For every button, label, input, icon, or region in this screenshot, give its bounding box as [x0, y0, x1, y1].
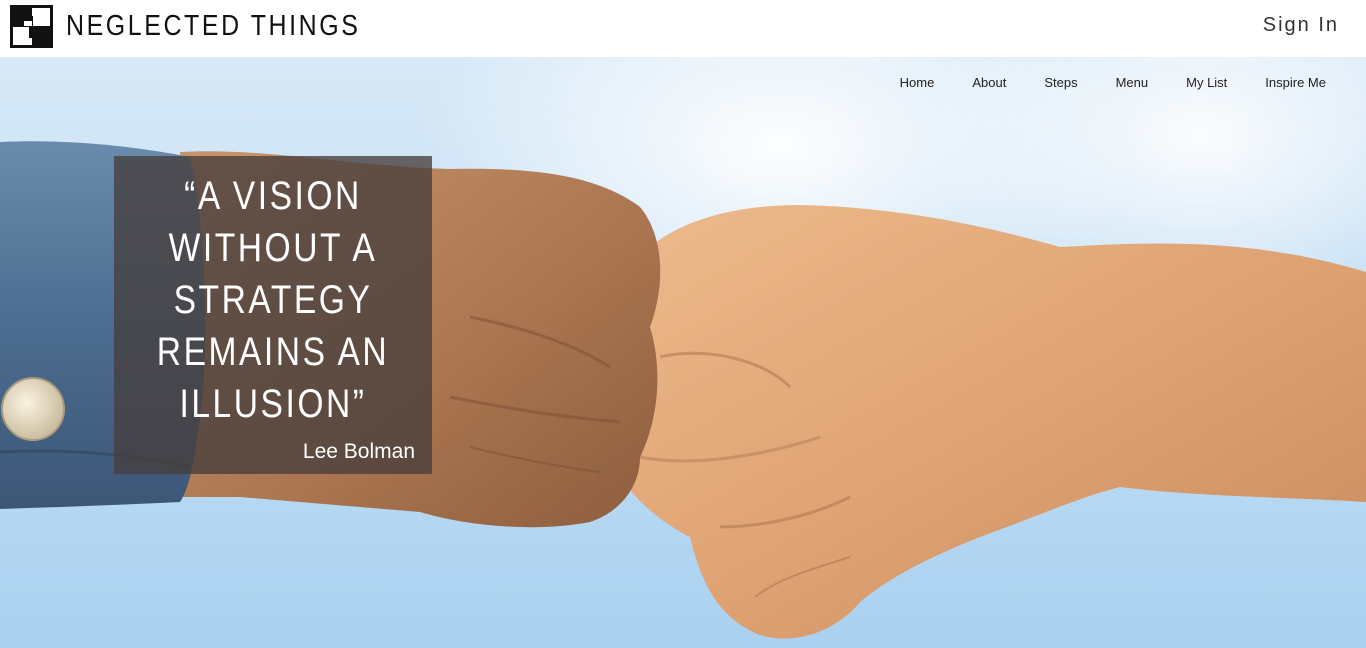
nav-about[interactable]: About [972, 75, 1006, 90]
main-nav: Home About Steps Menu My List Inspire Me [862, 75, 1326, 90]
sign-in-link[interactable]: Sign In [1263, 14, 1339, 37]
hero-banner: Home About Steps Menu My List Inspire Me… [0, 57, 1366, 648]
site-header: NEGLECTED THINGS Sign In [0, 0, 1366, 57]
nav-home[interactable]: Home [900, 75, 935, 90]
quote-card: “A VISION WITHOUT A STRATEGY REMAINS AN … [114, 156, 432, 474]
nav-steps[interactable]: Steps [1044, 75, 1077, 90]
quote-author: Lee Bolman [302, 440, 415, 463]
nav-menu[interactable]: Menu [1116, 75, 1149, 90]
quote-text: “A VISION WITHOUT A STRATEGY REMAINS AN … [156, 174, 390, 426]
nav-my-list[interactable]: My List [1186, 75, 1227, 90]
brand-name[interactable]: NEGLECTED THINGS [66, 10, 360, 43]
logo-icon[interactable] [10, 5, 53, 48]
nav-inspire-me[interactable]: Inspire Me [1265, 75, 1326, 90]
